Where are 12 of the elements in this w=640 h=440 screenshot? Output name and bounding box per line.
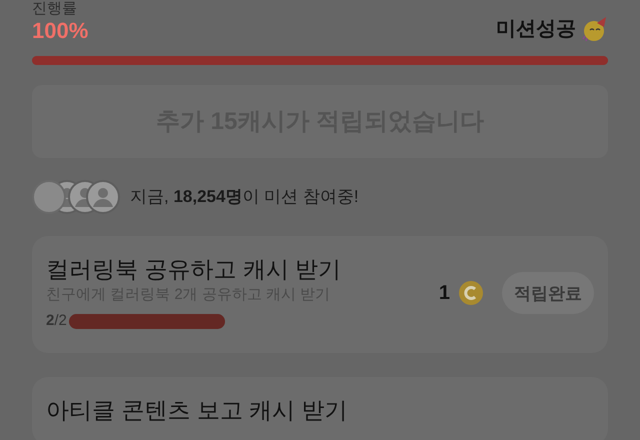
avatar-silhouette-icon xyxy=(86,180,120,214)
mission-title: 아티클 콘텐츠 보고 캐시 받기 xyxy=(46,396,348,424)
status-text: 미션성공 xyxy=(496,17,576,42)
reward-amount: 1 xyxy=(438,281,450,306)
avatar-photo xyxy=(32,180,66,214)
party-face-icon xyxy=(582,16,608,42)
participants-text: 지금, 18,254명이 미션 참여중! xyxy=(130,186,359,208)
coin-icon xyxy=(458,280,484,306)
mission-count: 2/2 xyxy=(46,311,67,331)
progress-label: 진행률 xyxy=(32,0,78,18)
mission-title: 컬러링북 공유하고 캐시 받기 xyxy=(46,255,342,284)
progress-percent: 100% xyxy=(32,18,88,44)
